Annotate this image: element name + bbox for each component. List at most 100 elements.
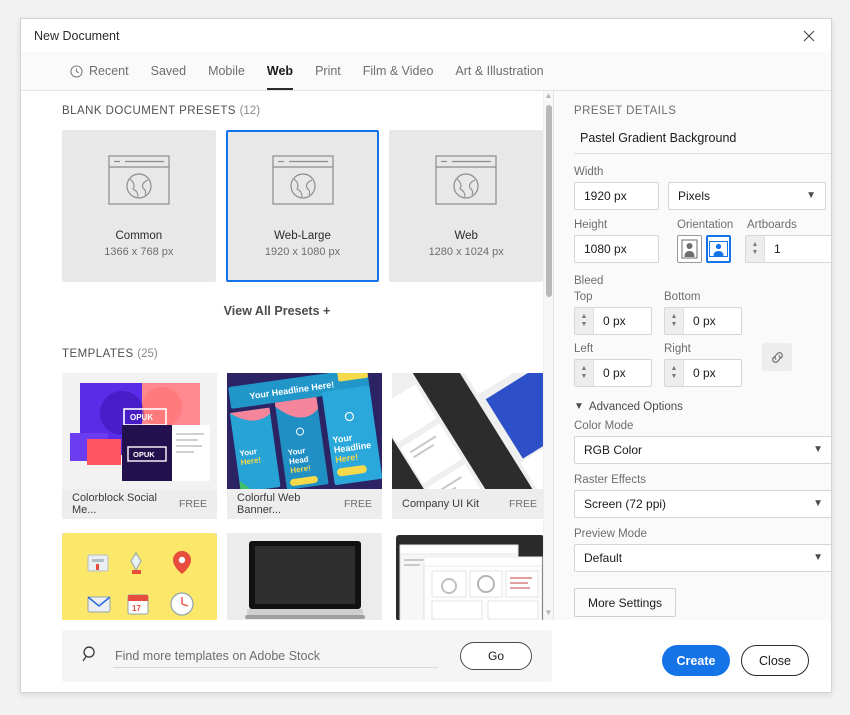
template-row-2: 17: [21, 533, 543, 620]
landscape-icon[interactable]: [706, 235, 731, 263]
preview-mode-select[interactable]: Default ▼: [574, 544, 831, 572]
artboards-stepper[interactable]: ▲ ▼ 1: [745, 235, 831, 263]
bleed-top-stepper[interactable]: ▲ ▼ 0 px: [574, 307, 652, 335]
bleed-bottom-arrows[interactable]: ▲ ▼: [665, 308, 684, 334]
tab-saved[interactable]: Saved: [140, 52, 197, 90]
close-icon[interactable]: [787, 19, 831, 52]
raster-effects-value: Screen (72 ppi): [584, 497, 667, 511]
tab-web[interactable]: Web: [256, 52, 304, 90]
stepper-down-icon[interactable]: ▼: [671, 321, 678, 329]
svg-text:OPUK: OPUK: [133, 450, 155, 459]
templates-count: (25): [137, 348, 158, 360]
stepper-down-icon[interactable]: ▼: [581, 373, 588, 381]
stepper-up-icon[interactable]: ▲: [752, 241, 759, 249]
template-card-flat-icons[interactable]: 17: [62, 533, 217, 620]
preview-mode-value: Default: [584, 551, 623, 565]
artboards-value[interactable]: 1: [765, 236, 831, 262]
app-background: New Document Recent Saved Mobile Web Pri…: [0, 0, 850, 715]
preset-name-field[interactable]: Pastel Gradient Background: [574, 127, 831, 154]
color-mode-select[interactable]: RGB Color ▼: [574, 436, 831, 464]
scroll-up-icon[interactable]: ▲: [545, 91, 553, 103]
presets-scroll-content: BLANK DOCUMENT PRESETS (12) Common 1366 …: [21, 91, 543, 620]
template-name: Colorful Web Banner...: [237, 492, 301, 516]
advanced-options-toggle[interactable]: ▼ Advanced Options: [574, 401, 831, 413]
bleed-bottom-stepper[interactable]: ▲ ▼ 0 px: [664, 307, 742, 335]
bleed-left-arrows[interactable]: ▲ ▼: [575, 360, 594, 386]
close-button[interactable]: Close: [741, 645, 809, 676]
preset-card-web[interactable]: Web 1280 x 1024 px: [389, 130, 543, 282]
stepper-up-icon[interactable]: ▲: [581, 365, 588, 373]
bleed-left-group: Left ▲ ▼ 0 px: [574, 343, 652, 387]
tab-label: Saved: [150, 64, 187, 78]
stepper-up-icon[interactable]: ▲: [671, 313, 678, 321]
bleed-top-value[interactable]: 0 px: [594, 308, 651, 334]
view-all-presets-link[interactable]: View All Presets +: [21, 304, 543, 318]
bleed-link-cell: [754, 291, 814, 335]
preset-dimensions: 1920 x 1080 px: [264, 245, 341, 258]
create-button[interactable]: Create: [662, 645, 730, 676]
templates-heading: TEMPLATES (25): [21, 348, 543, 360]
dialog-titlebar: New Document: [21, 19, 831, 52]
bleed-left-stepper[interactable]: ▲ ▼ 0 px: [574, 359, 652, 387]
tab-mobile[interactable]: Mobile: [197, 52, 256, 90]
go-button[interactable]: Go: [460, 642, 532, 670]
more-settings-button[interactable]: More Settings: [574, 588, 677, 617]
stepper-up-icon[interactable]: ▲: [581, 313, 588, 321]
template-card-monitor-mockup[interactable]: [227, 533, 382, 620]
height-orientation-row: 1080 px ▲ ▼ 1: [574, 235, 831, 263]
chevron-down-icon: ▼: [813, 498, 823, 509]
preset-card-web-large[interactable]: Web-Large 1920 x 1080 px: [225, 130, 380, 282]
scrollbar-thumb[interactable]: [546, 105, 552, 297]
template-card-colorful-web-banner[interactable]: Your Headline Here! Your Here! Your Head…: [227, 373, 382, 519]
portrait-icon[interactable]: [677, 235, 702, 263]
width-input[interactable]: 1920 px: [574, 182, 659, 210]
bleed-top-arrows[interactable]: ▲ ▼: [575, 308, 594, 334]
height-label: Height: [574, 219, 608, 231]
stepper-down-icon[interactable]: ▼: [581, 321, 588, 329]
svg-text:OPUK: OPUK: [130, 413, 153, 422]
bleed-left-value[interactable]: 0 px: [594, 360, 651, 386]
bleed-top-group: Top ▲ ▼ 0 px: [574, 291, 652, 335]
new-document-dialog: New Document Recent Saved Mobile Web Pri…: [20, 18, 832, 693]
stepper-up-icon[interactable]: ▲: [671, 365, 678, 373]
artboards-label: Artboards: [747, 219, 797, 231]
template-name: Company UI Kit: [402, 498, 480, 510]
template-price: FREE: [178, 498, 207, 510]
stepper-down-icon[interactable]: ▼: [752, 249, 759, 257]
raster-effects-select[interactable]: Screen (72 ppi) ▼: [574, 490, 831, 518]
template-card-company-ui-kit[interactable]: Company UI Kit FREE: [392, 373, 543, 519]
bleed-bottom-value[interactable]: 0 px: [684, 308, 741, 334]
scroll-down-icon[interactable]: ▼: [545, 608, 553, 620]
advanced-options-label: Advanced Options: [588, 401, 683, 413]
link-chain-icon[interactable]: [762, 343, 792, 371]
bleed-right-stepper[interactable]: ▲ ▼ 0 px: [664, 359, 742, 387]
bleed-bottom-label: Bottom: [664, 291, 701, 303]
units-select[interactable]: Pixels ▼: [668, 182, 826, 210]
bleed-right-arrows[interactable]: ▲ ▼: [665, 360, 684, 386]
artboards-stepper-arrows[interactable]: ▲ ▼: [746, 236, 765, 262]
bleed-right-value[interactable]: 0 px: [684, 360, 741, 386]
tab-recent[interactable]: Recent: [59, 52, 140, 90]
template-card-dashboard-ui[interactable]: [392, 533, 543, 620]
search-icon: [82, 645, 99, 667]
template-thumbnail: 17: [62, 533, 217, 620]
chevron-down-icon: ▼: [813, 444, 823, 455]
stepper-down-icon[interactable]: ▼: [671, 373, 678, 381]
tab-label: Web: [266, 64, 294, 78]
tab-print[interactable]: Print: [304, 52, 352, 90]
template-thumbnail: [392, 373, 543, 489]
height-input[interactable]: 1080 px: [574, 235, 659, 263]
dialog-title: New Document: [34, 28, 120, 43]
search-input[interactable]: [113, 644, 438, 668]
tab-film-video[interactable]: Film & Video: [352, 52, 445, 90]
scrollbar-track[interactable]: [544, 103, 553, 608]
preview-mode-label: Preview Mode: [574, 528, 647, 540]
presets-pane: BLANK DOCUMENT PRESETS (12) Common 1366 …: [21, 91, 553, 620]
preset-card-common[interactable]: Common 1366 x 768 px: [62, 130, 216, 282]
tab-art-illustration[interactable]: Art & Illustration: [444, 52, 554, 90]
color-mode-label: Color Mode: [574, 420, 634, 432]
template-card-colorblock-social[interactable]: OPUK OPUK Colorblock Social Me... FREE: [62, 373, 217, 519]
preset-details-heading: PRESET DETAILS: [574, 105, 677, 117]
presets-scrollbar[interactable]: ▲ ▼: [543, 91, 553, 620]
chevron-down-icon: ▼: [574, 401, 584, 412]
